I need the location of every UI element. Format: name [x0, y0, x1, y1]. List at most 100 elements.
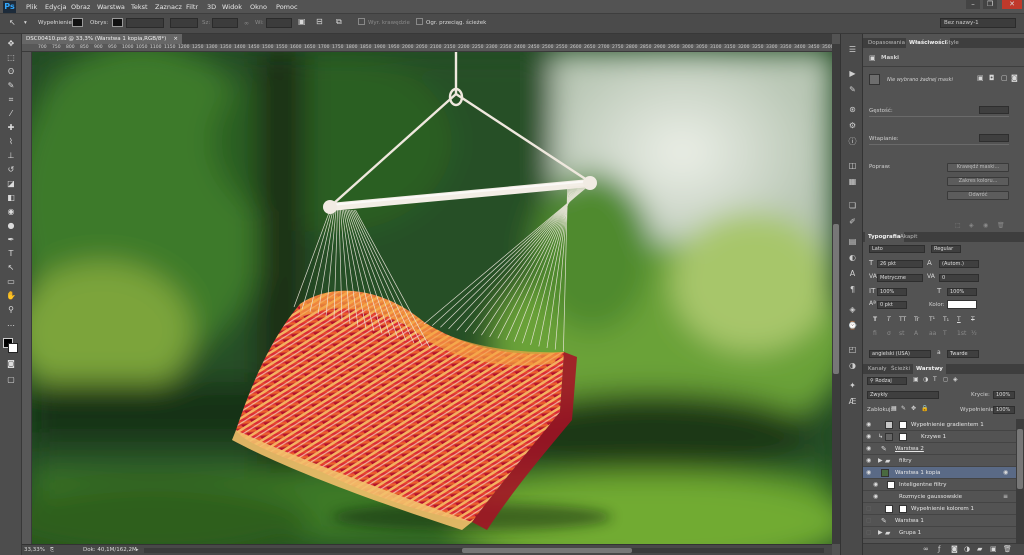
- height-field[interactable]: [266, 18, 292, 28]
- contextual-alternates-button[interactable]: σ: [887, 330, 891, 337]
- lock-all-icon[interactable]: 🔒: [921, 405, 928, 412]
- discretionary-ligatures-button[interactable]: st: [899, 330, 904, 337]
- new-group-icon[interactable]: ▰: [977, 545, 982, 553]
- menu-window[interactable]: Okno: [250, 3, 267, 11]
- font-style-dropdown[interactable]: Regular: [931, 245, 961, 253]
- notes-icon[interactable]: ✐: [846, 216, 859, 227]
- align-edges-checkbox[interactable]: [358, 18, 365, 25]
- layer-filter-dropdown[interactable]: ⚲ Rodzaj: [867, 377, 907, 385]
- load-selection-icon[interactable]: ⬚: [955, 222, 961, 229]
- tab-layers[interactable]: Warstwy: [913, 364, 946, 374]
- faux-bold-button[interactable]: T: [873, 316, 877, 323]
- navigator-icon[interactable]: ◫: [846, 160, 859, 171]
- scroll-thumb[interactable]: [833, 224, 839, 374]
- menu-type[interactable]: Tekst: [131, 3, 148, 11]
- layer-row[interactable]: ◉ ✎ Warstwa 2: [863, 443, 1016, 455]
- tracking-field[interactable]: 0: [939, 274, 979, 282]
- brush-tool-icon[interactable]: ⌇: [4, 136, 18, 148]
- filter-shape-icon[interactable]: ◻: [943, 376, 948, 383]
- visibility-eye-empty[interactable]: ▢: [866, 503, 874, 515]
- clone-source-icon[interactable]: ⊛: [846, 104, 859, 115]
- filter-type-icon[interactable]: T: [933, 376, 937, 383]
- subscript-button[interactable]: T₁: [943, 316, 949, 323]
- visibility-eye-empty[interactable]: ▢: [866, 515, 874, 527]
- tab-styles[interactable]: Style: [942, 38, 962, 48]
- background-color-swatch[interactable]: [8, 343, 18, 353]
- stroke-width-field[interactable]: [126, 18, 164, 28]
- font-size-field[interactable]: 26 pkt: [877, 260, 923, 268]
- menu-3d[interactable]: 3D: [207, 3, 216, 11]
- fill-swatch[interactable]: [72, 18, 83, 27]
- filter-smart-object-icon[interactable]: ◈: [953, 376, 958, 383]
- visibility-eye-icon[interactable]: ◉: [866, 431, 874, 443]
- path-operations-icon[interactable]: ▣: [298, 17, 306, 26]
- path-selection-tool-icon[interactable]: ↖: [4, 262, 18, 274]
- swatches-icon[interactable]: ▤: [846, 236, 859, 247]
- rectangle-tool-icon[interactable]: ▭: [4, 276, 18, 288]
- add-pixel-mask-icon[interactable]: ▣: [977, 74, 984, 82]
- move-tool-icon[interactable]: ✥: [4, 38, 18, 50]
- delete-layer-icon[interactable]: 🗑: [1003, 545, 1012, 553]
- history-brush-tool-icon[interactable]: ↺: [4, 164, 18, 176]
- underline-button[interactable]: T: [957, 316, 961, 323]
- constrain-checkbox[interactable]: [416, 18, 423, 25]
- new-layer-icon[interactable]: ▣: [990, 545, 997, 553]
- visibility-eye-icon[interactable]: ◉: [866, 443, 874, 455]
- hand-tool-icon[interactable]: ✋: [4, 290, 18, 302]
- glyphs-icon[interactable]: Æ: [846, 396, 859, 407]
- invert-button[interactable]: Odwróć: [947, 191, 1009, 200]
- character-icon[interactable]: A: [846, 268, 859, 279]
- superscript-button[interactable]: T¹: [929, 316, 935, 323]
- stroke-type-dropdown[interactable]: [170, 18, 198, 28]
- swash-button[interactable]: A: [914, 330, 918, 337]
- path-selection-tool-icon[interactable]: ↖: [9, 18, 16, 27]
- layers-scrollbar[interactable]: [1016, 419, 1024, 543]
- layer-comps-icon[interactable]: ❏: [846, 200, 859, 211]
- refine-edge-button[interactable]: Krawędź maski...: [947, 163, 1009, 172]
- kerning-field[interactable]: Metryczne: [877, 274, 923, 282]
- actions-icon[interactable]: ▶: [846, 68, 859, 79]
- histogram-icon[interactable]: ▦: [846, 176, 859, 187]
- link-layers-icon[interactable]: ∞: [923, 545, 929, 553]
- screen-mode-icon[interactable]: ▢: [4, 374, 18, 386]
- ordinals-button[interactable]: 1st: [957, 330, 966, 337]
- fx-icon[interactable]: ƒ: [938, 545, 940, 553]
- close-window-button[interactable]: ✕: [1002, 0, 1022, 9]
- opacity-field[interactable]: 100%: [993, 391, 1015, 399]
- ligatures-button[interactable]: fi: [873, 330, 877, 337]
- tool-presets-icon[interactable]: ⚙: [846, 120, 859, 131]
- expand-arrow-icon[interactable]: ▶: [878, 455, 883, 467]
- mask-options-icon[interactable]: ◙: [1011, 74, 1018, 82]
- adjustment-layer-icon[interactable]: ◑: [964, 545, 970, 553]
- crop-tool-icon[interactable]: ⌗: [4, 94, 18, 106]
- layer-row-selected[interactable]: ◉ Warstwa 1 kopia ◉: [863, 467, 1016, 479]
- menu-view[interactable]: Widok: [222, 3, 242, 11]
- layer-row[interactable]: ▢ Wypełnienie kolorem 1: [863, 503, 1016, 515]
- visibility-eye-icon[interactable]: ◉: [866, 419, 874, 431]
- horizontal-scale-field[interactable]: 100%: [947, 288, 977, 296]
- horizontal-scrollbar[interactable]: [144, 548, 824, 553]
- feather-field[interactable]: [979, 134, 1009, 142]
- 3d-icon[interactable]: ◈: [846, 304, 859, 315]
- properties-icon[interactable]: ◰: [846, 344, 859, 355]
- marquee-tool-icon[interactable]: ⬚: [4, 52, 18, 64]
- visibility-eye-icon[interactable]: ◉: [866, 455, 874, 467]
- blend-mode-dropdown[interactable]: Zwykły: [867, 391, 939, 399]
- filter-adjustment-icon[interactable]: ◑: [923, 376, 928, 383]
- leading-field[interactable]: (Autom.): [939, 260, 979, 268]
- timeline-icon[interactable]: ⌚: [846, 320, 859, 331]
- feather-slider[interactable]: [869, 144, 1009, 145]
- menu-edit[interactable]: Edycja: [45, 3, 66, 11]
- share-icon[interactable]: ⎘: [50, 547, 54, 553]
- path-arrangement-icon[interactable]: ⧉: [336, 17, 342, 27]
- eraser-tool-icon[interactable]: ◪: [4, 178, 18, 190]
- font-family-dropdown[interactable]: Lato: [869, 245, 925, 253]
- tab-channels[interactable]: Kanały: [865, 364, 890, 374]
- zoom-tool-icon[interactable]: ⚲: [4, 304, 18, 316]
- blur-tool-icon[interactable]: ◉: [4, 206, 18, 218]
- menu-select[interactable]: Zaznacz: [155, 3, 182, 11]
- quick-mask-icon[interactable]: ◙: [4, 358, 18, 370]
- zoom-level[interactable]: 33,33%: [24, 547, 45, 553]
- type-tool-icon[interactable]: T: [4, 248, 18, 260]
- small-caps-button[interactable]: Tr: [914, 316, 919, 323]
